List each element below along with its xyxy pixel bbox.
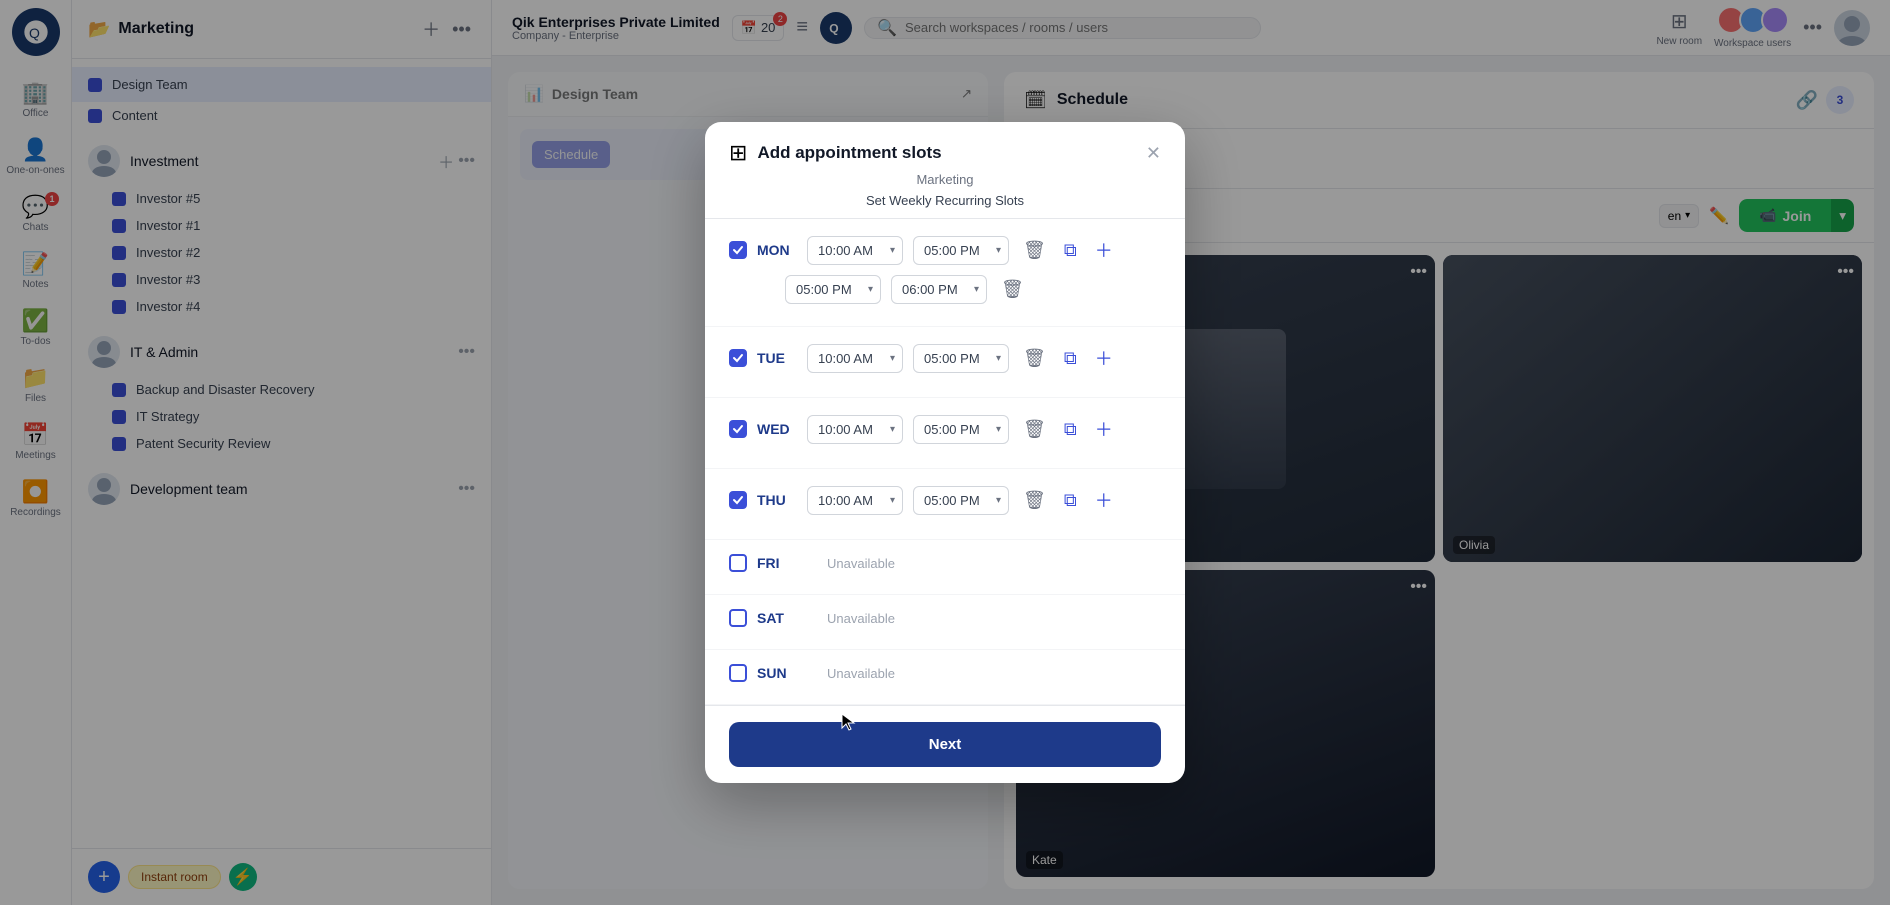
modal-slot-subtitle: Set Weekly Recurring Slots: [705, 193, 1185, 219]
time-slot-fri-1: FRI Unavailable: [729, 554, 1161, 572]
day-label-sun: SUN: [757, 665, 797, 681]
mon-start-time-2[interactable]: 05:00 PM: [785, 275, 881, 304]
checkbox-mon[interactable]: [729, 241, 747, 259]
day-row-thu: THU 10:00 AM 05:00 PM 🗑 ⧉: [705, 469, 1185, 540]
modal-header-wrap: ⊞ Add appointment slots ✕ Marketing Set …: [705, 122, 1185, 219]
checkbox-wed[interactable]: [729, 420, 747, 438]
copy-slot-tue-1[interactable]: ⧉: [1060, 344, 1081, 373]
delete-slot-tue-1[interactable]: 🗑: [1019, 344, 1050, 373]
delete-slot-thu-1[interactable]: 🗑: [1019, 486, 1050, 515]
copy-slot-thu-1[interactable]: ⧉: [1060, 486, 1081, 515]
mon-start-time-1[interactable]: 10:00 AM: [807, 236, 903, 265]
checkbox-thu[interactable]: [729, 491, 747, 509]
fri-unavailable: Unavailable: [827, 556, 895, 571]
time-slot-sun-1: SUN Unavailable: [729, 664, 1161, 682]
thu-start-time-1[interactable]: 10:00 AM: [807, 486, 903, 515]
time-slot-wed-1: WED 10:00 AM 05:00 PM 🗑 ⧉: [729, 412, 1161, 446]
wed-end-time-1[interactable]: 05:00 PM: [913, 415, 1009, 444]
day-row-sun: SUN Unavailable: [705, 650, 1185, 705]
wed-start-time-1[interactable]: 10:00 AM: [807, 415, 903, 444]
modal-header-icon: ⊞: [729, 140, 747, 166]
time-slot-mon-2: 05:00 PM 06:00 PM 🗑: [729, 275, 1161, 304]
tue-end-time-1[interactable]: 05:00 PM: [913, 344, 1009, 373]
mon-end-time-1[interactable]: 05:00 PM: [913, 236, 1009, 265]
add-slot-wed-1[interactable]: ＋: [1091, 412, 1117, 446]
modal-footer: Next: [705, 705, 1185, 783]
thu-end-time-1[interactable]: 05:00 PM: [913, 486, 1009, 515]
sat-unavailable: Unavailable: [827, 611, 895, 626]
day-label-wed: WED: [757, 421, 797, 437]
day-row-fri: FRI Unavailable: [705, 540, 1185, 595]
next-button[interactable]: Next: [729, 722, 1161, 767]
mon-end-time-2[interactable]: 06:00 PM: [891, 275, 987, 304]
tue-start-time-1[interactable]: 10:00 AM: [807, 344, 903, 373]
sun-unavailable: Unavailable: [827, 666, 895, 681]
modal-overlay: ⊞ Add appointment slots ✕ Marketing Set …: [0, 0, 1890, 905]
add-slot-thu-1[interactable]: ＋: [1091, 483, 1117, 517]
time-slot-thu-1: THU 10:00 AM 05:00 PM 🗑 ⧉: [729, 483, 1161, 517]
time-slot-tue-1: TUE 10:00 AM 05:00 PM 🗑 ⧉: [729, 341, 1161, 375]
day-row-wed: WED 10:00 AM 05:00 PM 🗑 ⧉: [705, 398, 1185, 469]
day-row-tue: TUE 10:00 AM 05:00 PM 🗑 ⧉: [705, 327, 1185, 398]
day-label-tue: TUE: [757, 350, 797, 366]
copy-slot-mon-1[interactable]: ⧉: [1060, 236, 1081, 265]
modal-title: Add appointment slots: [757, 143, 1145, 163]
modal-body: MON 10:00 AM 05:00 PM 🗑 ⧉: [705, 219, 1185, 705]
modal-close-button[interactable]: ✕: [1146, 143, 1161, 164]
delete-slot-mon-2[interactable]: 🗑: [997, 275, 1028, 304]
day-row-sat: SAT Unavailable: [705, 595, 1185, 650]
day-label-fri: FRI: [757, 555, 797, 571]
modal-header-row: ⊞ Add appointment slots ✕: [705, 122, 1185, 166]
add-slot-mon-1[interactable]: ＋: [1091, 233, 1117, 267]
delete-slot-wed-1[interactable]: 🗑: [1019, 415, 1050, 444]
day-label-thu: THU: [757, 492, 797, 508]
checkbox-tue[interactable]: [729, 349, 747, 367]
add-appointment-modal: ⊞ Add appointment slots ✕ Marketing Set …: [705, 122, 1185, 783]
add-slot-tue-1[interactable]: ＋: [1091, 341, 1117, 375]
day-row-mon: MON 10:00 AM 05:00 PM 🗑 ⧉: [705, 219, 1185, 327]
checkbox-sat[interactable]: [729, 609, 747, 627]
copy-slot-wed-1[interactable]: ⧉: [1060, 415, 1081, 444]
time-slot-mon-1: MON 10:00 AM 05:00 PM 🗑 ⧉: [729, 233, 1161, 267]
time-slot-sat-1: SAT Unavailable: [729, 609, 1161, 627]
checkbox-sun[interactable]: [729, 664, 747, 682]
delete-slot-mon-1[interactable]: 🗑: [1019, 236, 1050, 265]
checkbox-fri[interactable]: [729, 554, 747, 572]
modal-workspace: Marketing: [705, 166, 1185, 193]
day-label-mon: MON: [757, 242, 797, 258]
day-label-sat: SAT: [757, 610, 797, 626]
